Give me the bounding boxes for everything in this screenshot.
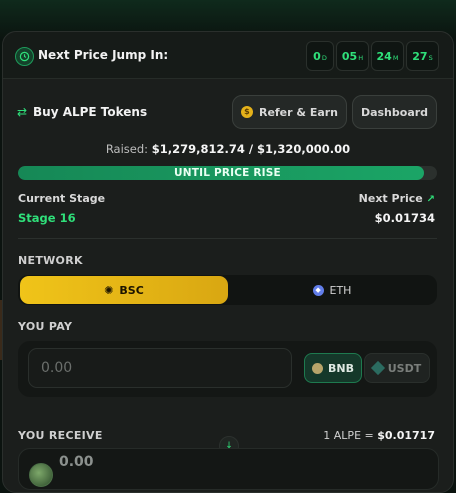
- clock-icon: [15, 47, 34, 66]
- raised-summary: Raised: $1,279,812.74 / $1,320,000.00: [105, 142, 351, 156]
- swap-icon: ⇄: [17, 105, 28, 119]
- buy-title: Buy ALPE Tokens: [33, 105, 148, 119]
- receive-panel: 0.00: [18, 448, 439, 490]
- pay-amount-input[interactable]: 0.00: [28, 348, 292, 388]
- current-stage-label: Current Stage: [18, 192, 106, 205]
- presale-widget: Next Price Jump In: 0D 05 H 24 M 27 S ⇄ Buy…: [2, 31, 454, 493]
- trend-up-icon: ↗: [426, 194, 435, 205]
- network-selector: ✺ BSC ◆ ETH: [18, 275, 437, 305]
- next-price-value: $0.01734: [374, 211, 435, 225]
- pay-panel: 0.00 BNB USDT: [18, 341, 437, 397]
- current-stage-value: Stage 16: [18, 211, 76, 225]
- money-bag-icon: $: [240, 106, 253, 118]
- network-label: NETWORK: [18, 254, 83, 267]
- receive-amount: 0.00: [59, 454, 94, 470]
- network-bsc-button[interactable]: ✺ BSC: [20, 276, 228, 304]
- you-pay-label: YOU PAY: [18, 320, 73, 333]
- price-jump-title: Next Price Jump In:: [38, 48, 169, 62]
- bnb-icon: [312, 362, 323, 374]
- price-jump-header: Next Price Jump In: 0D 05 H 24 M 27 S: [3, 32, 453, 79]
- raised-amount: $1,279,812.74 / $1,320,000.00: [151, 142, 351, 156]
- currency-bnb-button[interactable]: BNB: [304, 353, 362, 383]
- network-eth-button[interactable]: ◆ ETH: [229, 276, 435, 304]
- progress-bar: UNTIL PRICE RISE: [18, 166, 437, 180]
- exchange-rate: 1 ALPE = $0.01717: [323, 429, 435, 442]
- timer-minutes: 24 M: [371, 41, 404, 71]
- progress-label: UNTIL PRICE RISE: [174, 167, 281, 179]
- currency-usdt-button[interactable]: USDT: [364, 353, 430, 383]
- alpe-token-icon: [29, 463, 53, 487]
- bsc-icon: ✺: [104, 283, 114, 297]
- timer-hours: 05 H: [336, 41, 369, 71]
- usdt-icon: [370, 360, 385, 376]
- divider: [18, 238, 437, 239]
- next-price-label: Next Price ↗: [358, 192, 435, 205]
- eth-icon: ◆: [312, 284, 324, 296]
- timer-seconds: 27 S: [406, 41, 439, 71]
- dashboard-button[interactable]: Dashboard: [352, 95, 437, 129]
- refer-earn-button[interactable]: $ Refer & Earn: [232, 95, 347, 129]
- timer-days: 0D: [306, 41, 334, 71]
- you-receive-label: YOU RECEIVE: [18, 429, 103, 442]
